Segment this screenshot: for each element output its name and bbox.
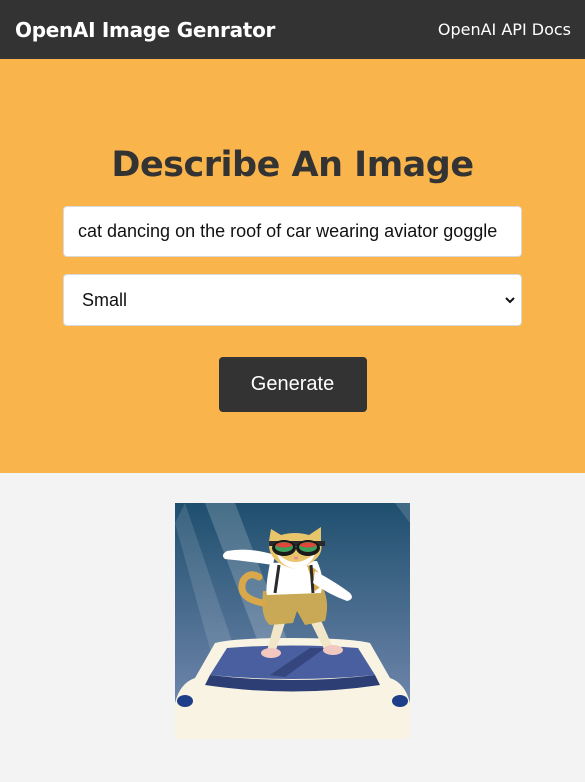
chevron-down-icon <box>503 293 517 307</box>
generated-image <box>175 503 410 739</box>
api-docs-link[interactable]: OpenAI API Docs <box>438 20 571 39</box>
showcase: Describe An Image Small Generate <box>0 59 585 473</box>
size-select-value: Small <box>82 289 128 310</box>
generate-button[interactable]: Generate <box>218 357 367 412</box>
brand-logo[interactable]: OpenAI Image Genrator <box>15 18 275 42</box>
size-select[interactable]: Small <box>63 274 522 326</box>
navbar: OpenAI Image Genrator OpenAI API Docs <box>0 0 585 59</box>
prompt-input[interactable] <box>63 206 522 257</box>
image-area <box>0 473 585 782</box>
cat-on-car-illustration <box>175 503 410 739</box>
page-title: Describe An Image <box>111 145 474 185</box>
